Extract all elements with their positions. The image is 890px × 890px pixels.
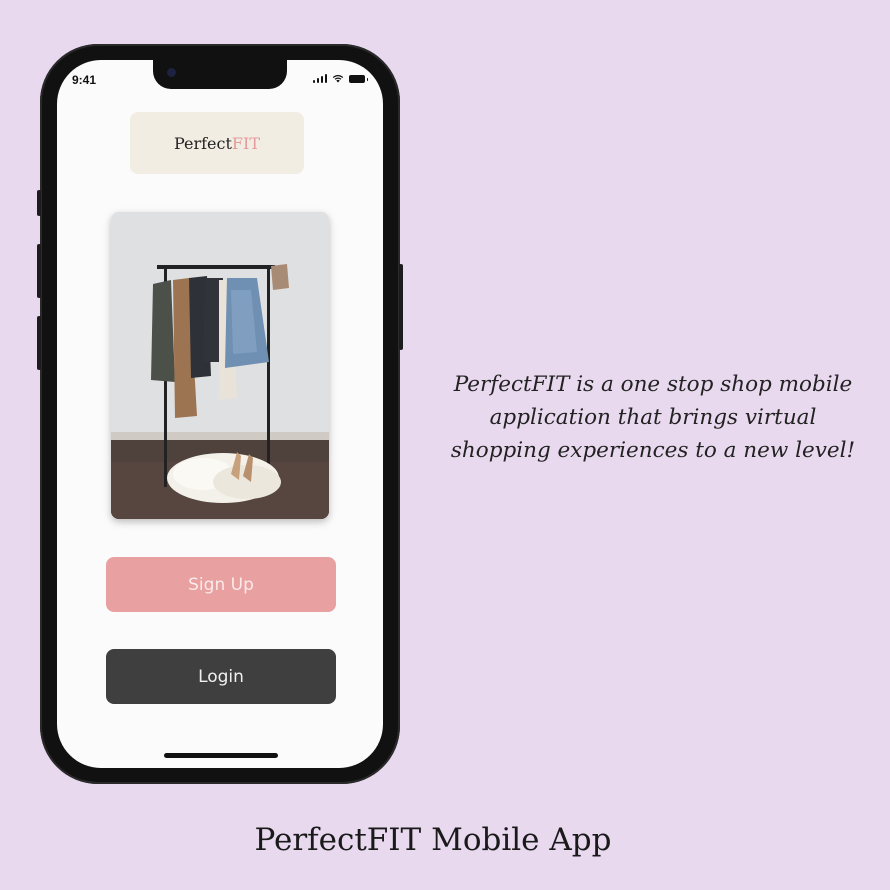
status-icons (312, 74, 368, 83)
battery-icon (349, 75, 368, 83)
phone-volume-up (37, 244, 41, 298)
hero-image (111, 212, 329, 519)
footer-title: PerfectFIT Mobile App (254, 822, 612, 858)
logo-prefix: Perfect (173, 133, 232, 153)
signal-icon (312, 74, 327, 83)
phone-screen: 9:41 Perfect FIT Sign Up Login (57, 60, 383, 768)
tagline: PerfectFIT is a one stop shop mobile app… (450, 372, 856, 463)
phone-power-button (399, 264, 403, 350)
app-logo: Perfect FIT (130, 112, 304, 174)
phone-silent-switch (37, 190, 41, 216)
login-button[interactable]: Login (106, 649, 336, 704)
phone-mockup: 9:41 Perfect FIT Sign Up Login (37, 44, 403, 784)
logo-suffix: FIT (231, 133, 261, 153)
notch (153, 60, 287, 89)
home-indicator (164, 753, 278, 758)
sign-up-button[interactable]: Sign Up (106, 557, 336, 612)
wifi-icon (332, 74, 344, 83)
camera-icon (167, 68, 176, 77)
phone-volume-down (37, 316, 41, 370)
clothing-rack-photo-icon (111, 212, 329, 519)
status-time: 9:41 (72, 73, 97, 87)
